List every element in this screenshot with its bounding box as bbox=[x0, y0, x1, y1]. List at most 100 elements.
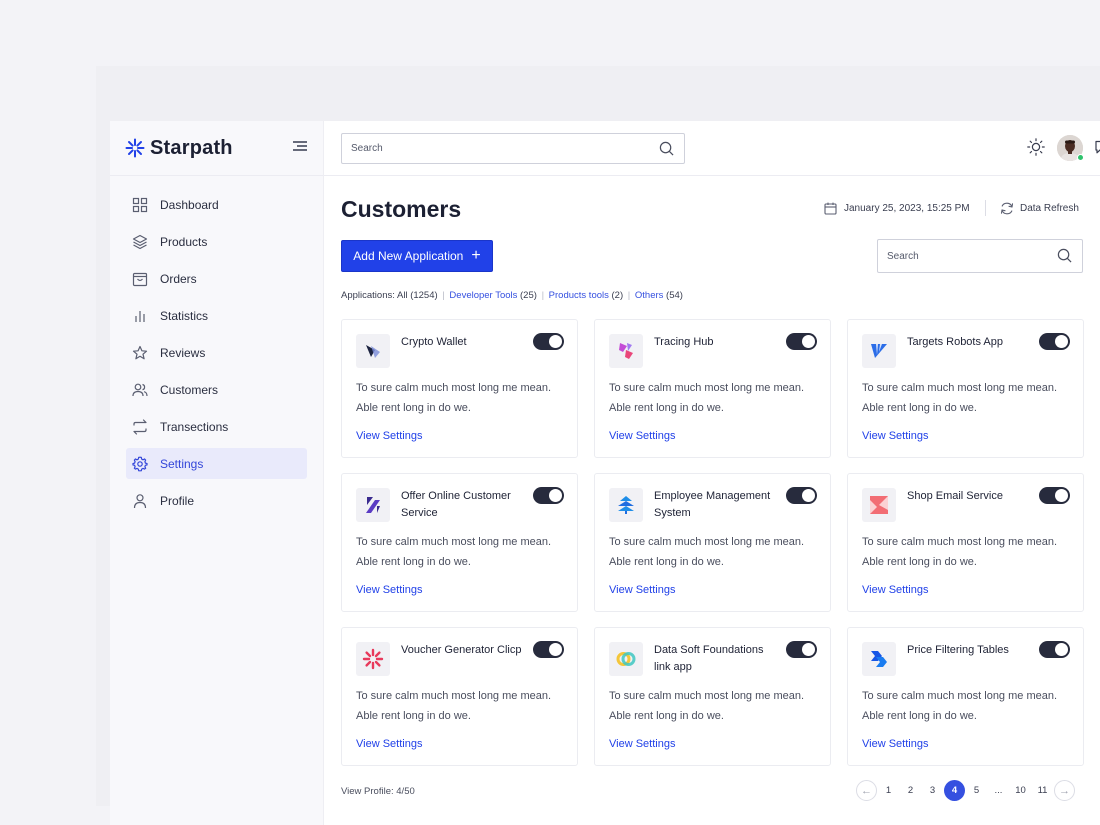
search-input[interactable]: Search bbox=[341, 133, 685, 164]
gear-icon bbox=[132, 456, 148, 472]
application-toggle[interactable] bbox=[533, 333, 564, 350]
sidebar-item-label: Customers bbox=[160, 382, 219, 397]
page-button-current[interactable]: 4 bbox=[944, 780, 965, 801]
application-toggle[interactable] bbox=[786, 641, 817, 658]
page-button[interactable]: 2 bbox=[900, 780, 921, 801]
application-card: Tracing Hub To sure calm much most long … bbox=[594, 319, 831, 458]
view-settings-link[interactable]: View Settings bbox=[356, 584, 422, 596]
sidebar: Starpath Dashboard Products Orders Stati… bbox=[110, 121, 324, 825]
crypto-wallet-icon bbox=[356, 334, 390, 368]
sidebar-item-customers[interactable]: Customers bbox=[126, 374, 307, 405]
page-button[interactable]: 3 bbox=[922, 780, 943, 801]
search-icon[interactable] bbox=[1057, 248, 1072, 263]
messages-icon[interactable]: 7 bbox=[1092, 137, 1100, 157]
application-description: To sure calm much most long me mean. Abl… bbox=[356, 536, 552, 568]
filter-count: (25) bbox=[520, 290, 537, 301]
sidebar-item-profile[interactable]: Profile bbox=[126, 485, 307, 516]
filters-prefix: Applications: bbox=[341, 290, 395, 301]
shop-email-icon bbox=[862, 488, 896, 522]
page-button[interactable]: 1 bbox=[878, 780, 899, 801]
applications-search-input[interactable]: Search bbox=[877, 239, 1083, 273]
brand: Starpath bbox=[110, 121, 323, 176]
layers-icon bbox=[132, 234, 148, 250]
app-window: Starpath Dashboard Products Orders Stati… bbox=[110, 121, 1100, 825]
data-soft-icon bbox=[609, 642, 643, 676]
application-card: Offer Online Customer Service To sure ca… bbox=[341, 473, 578, 612]
sidebar-item-label: Transections bbox=[160, 419, 229, 434]
sidebar-item-label: Profile bbox=[160, 493, 195, 508]
sidebar-item-label: Products bbox=[160, 234, 208, 249]
filter-count: (2) bbox=[611, 290, 624, 301]
menu-toggle-icon[interactable] bbox=[293, 141, 307, 153]
application-toggle[interactable] bbox=[786, 333, 817, 350]
view-settings-link[interactable]: View Settings bbox=[609, 584, 675, 596]
filter-label: Developer Tools bbox=[449, 290, 518, 301]
main-content: Customers January 25, 2023, 15:25 PM Dat… bbox=[324, 176, 1100, 825]
sidebar-item-products[interactable]: Products bbox=[126, 226, 307, 257]
application-toggle[interactable] bbox=[533, 641, 564, 658]
tracing-hub-icon bbox=[609, 334, 643, 368]
sidebar-item-transections[interactable]: Transections bbox=[126, 411, 307, 442]
sidebar-item-label: Statistics bbox=[160, 308, 209, 323]
sidebar-item-label: Settings bbox=[160, 456, 204, 471]
price-filtering-icon bbox=[862, 642, 896, 676]
filter-separator: | bbox=[627, 290, 631, 301]
application-toggle[interactable] bbox=[1039, 487, 1070, 504]
application-card: Employee Management System To sure calm … bbox=[594, 473, 831, 612]
page-button[interactable]: 5 bbox=[966, 780, 987, 801]
sidebar-item-settings[interactable]: Settings bbox=[126, 448, 307, 479]
sidebar-item-label: Reviews bbox=[160, 345, 206, 360]
bar-chart-icon bbox=[132, 308, 148, 324]
sidebar-item-orders[interactable]: Orders bbox=[126, 263, 307, 294]
sidebar-item-label: Orders bbox=[160, 271, 197, 286]
users-icon bbox=[132, 382, 148, 398]
application-description: To sure calm much most long me mean. Abl… bbox=[356, 690, 552, 722]
filter-all[interactable]: All (1254) bbox=[397, 290, 438, 301]
application-toggle[interactable] bbox=[786, 487, 817, 504]
view-settings-link[interactable]: View Settings bbox=[862, 430, 928, 442]
application-name: Offer Online Customer Service bbox=[401, 490, 511, 519]
sidebar-item-statistics[interactable]: Statistics bbox=[126, 300, 307, 331]
add-new-application-button[interactable]: Add New Application + bbox=[341, 240, 493, 272]
page-button[interactable]: 10 bbox=[1010, 780, 1031, 801]
application-toggle[interactable] bbox=[533, 487, 564, 504]
brand-name: Starpath bbox=[150, 136, 233, 159]
view-settings-link[interactable]: View Settings bbox=[609, 738, 675, 750]
page-button[interactable]: 11 bbox=[1032, 780, 1053, 801]
application-card: Targets Robots App To sure calm much mos… bbox=[847, 319, 1084, 458]
view-settings-link[interactable]: View Settings bbox=[862, 584, 928, 596]
user-icon bbox=[132, 493, 148, 509]
application-name: Targets Robots App bbox=[907, 336, 1004, 348]
filter-count: (1254) bbox=[410, 290, 438, 301]
data-refresh-button[interactable]: Data Refresh bbox=[1000, 202, 1079, 215]
application-description: To sure calm much most long me mean. Abl… bbox=[862, 536, 1058, 568]
application-name: Employee Management System bbox=[654, 490, 771, 519]
sidebar-item-dashboard[interactable]: Dashboard bbox=[126, 189, 307, 220]
topbar: Search 7 bbox=[324, 121, 1100, 176]
view-settings-link[interactable]: View Settings bbox=[862, 738, 928, 750]
filter-label: All bbox=[397, 290, 408, 301]
application-description: To sure calm much most long me mean. Abl… bbox=[609, 382, 805, 414]
application-card: Shop Email Service To sure calm much mos… bbox=[847, 473, 1084, 612]
application-name: Data Soft Foundations link app bbox=[654, 644, 764, 673]
prev-page-arrow-icon[interactable]: ← bbox=[856, 780, 877, 801]
next-page-arrow-icon[interactable]: → bbox=[1054, 780, 1075, 801]
sidebar-item-reviews[interactable]: Reviews bbox=[126, 337, 307, 368]
theme-toggle-sun-icon[interactable] bbox=[1026, 137, 1046, 157]
star-icon bbox=[132, 345, 148, 361]
view-settings-link[interactable]: View Settings bbox=[609, 430, 675, 442]
filter-others[interactable]: Others (54) bbox=[635, 290, 683, 301]
application-toggle[interactable] bbox=[1039, 333, 1070, 350]
view-settings-link[interactable]: View Settings bbox=[356, 430, 422, 442]
add-button-label: Add New Application bbox=[353, 249, 464, 263]
search-placeholder: Search bbox=[351, 143, 383, 154]
filter-developer-tools[interactable]: Developer Tools (25) bbox=[449, 290, 537, 301]
search-icon[interactable] bbox=[659, 141, 674, 156]
view-settings-link[interactable]: View Settings bbox=[356, 738, 422, 750]
application-description: To sure calm much most long me mean. Abl… bbox=[609, 690, 805, 722]
refresh-label: Data Refresh bbox=[1020, 203, 1079, 214]
application-toggle[interactable] bbox=[1039, 641, 1070, 658]
filter-separator: | bbox=[541, 290, 545, 301]
calendar-icon bbox=[824, 202, 837, 215]
filter-products-tools[interactable]: Products tools (2) bbox=[549, 290, 623, 301]
